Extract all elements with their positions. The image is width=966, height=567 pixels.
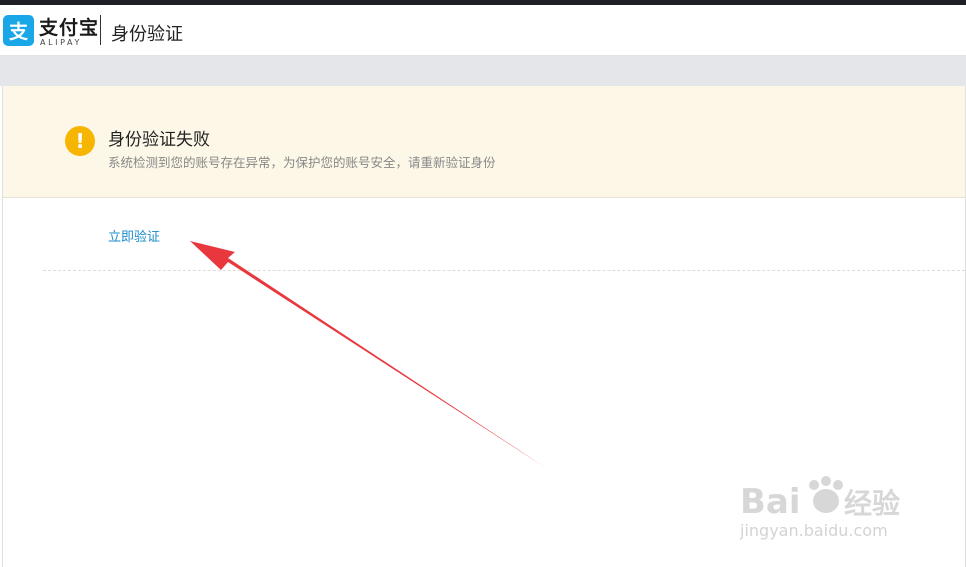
svg-text:支: 支 (8, 21, 29, 43)
svg-text:Bai: Bai (740, 482, 801, 522)
header: 支 支付宝 ALIPAY 身份验证 (0, 5, 966, 56)
page-title: 身份验证 (111, 24, 183, 45)
warning-icon: ! (65, 126, 95, 156)
alipay-logo-icon: 支 (3, 15, 34, 46)
verify-now-link[interactable]: 立即验证 (108, 226, 160, 245)
baidu-watermark: Bai 经验 jingyan.baidu.com (740, 475, 930, 540)
paw-icon (809, 476, 843, 513)
header-gray-strip (0, 56, 966, 86)
alert-description: 系统检测到您的账号存在异常，为保护您的账号安全，请重新验证身份 (108, 155, 496, 170)
logo-text-en: ALIPAY (40, 38, 82, 47)
watermark-url: jingyan.baidu.com (740, 521, 888, 540)
dashed-divider (43, 270, 965, 271)
svg-text:经验: 经验 (844, 487, 900, 520)
logo-text-cn: 支付宝 (39, 17, 100, 39)
alert-banner: ! 身份验证失败 系统检测到您的账号存在异常，为保护您的账号安全，请重新验证身份 (3, 86, 965, 198)
alert-title: 身份验证失败 (108, 130, 210, 150)
logo-divider (100, 15, 101, 45)
